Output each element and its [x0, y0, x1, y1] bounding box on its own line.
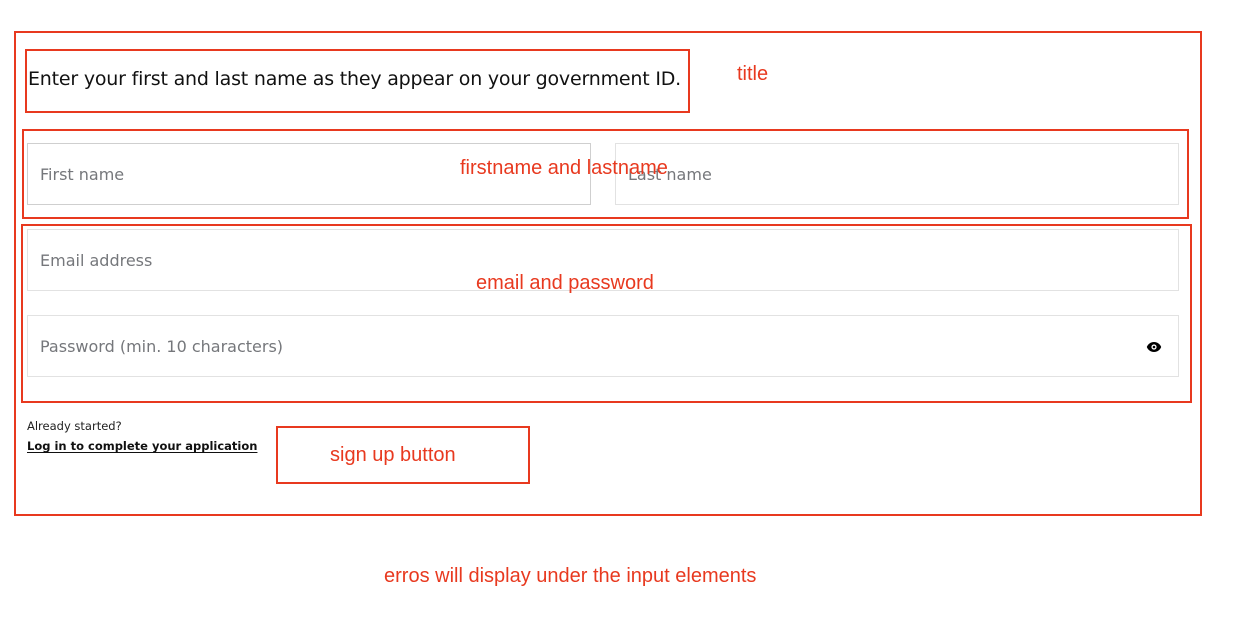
eye-icon[interactable] — [1146, 340, 1162, 352]
page-title: Enter your first and last name as they a… — [28, 68, 681, 90]
annotation-email-password-label: email and password — [476, 272, 654, 294]
last-name-field[interactable] — [615, 143, 1179, 205]
last-name-input[interactable] — [616, 144, 1178, 204]
already-started-label: Already started? — [27, 419, 122, 433]
login-link[interactable]: Log in to complete your application — [27, 439, 257, 453]
annotation-signup-button-label: sign up button — [330, 444, 456, 466]
annotation-title-label: title — [737, 63, 769, 85]
annotation-names-label: firstname and lastname — [460, 157, 668, 179]
annotation-errors-note: erros will display under the input eleme… — [384, 565, 757, 587]
password-field[interactable] — [27, 315, 1179, 377]
password-input[interactable] — [28, 316, 1178, 376]
